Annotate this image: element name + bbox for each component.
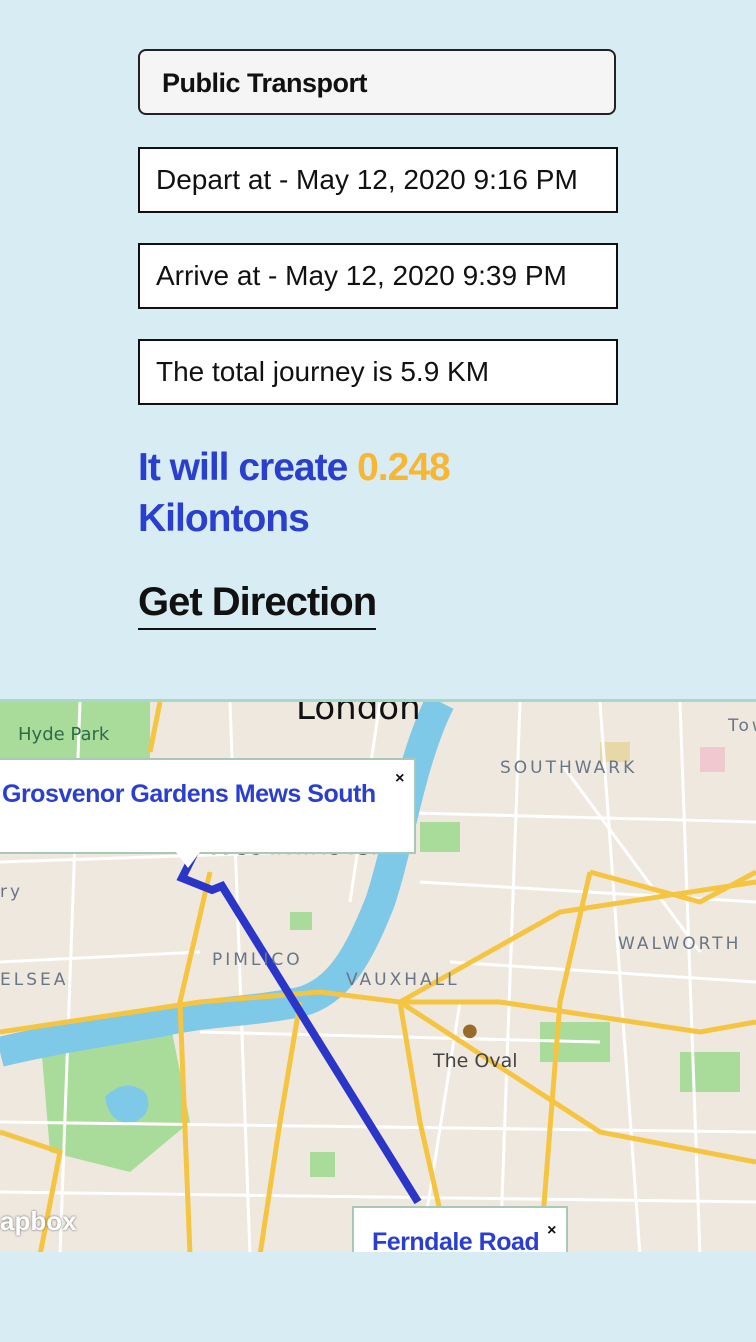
map-label-ry: ry bbox=[0, 882, 24, 902]
map-label-vauxhall: VAUXHALL bbox=[346, 970, 460, 990]
stadium-icon: ● bbox=[462, 1020, 478, 1041]
emission-unit: Kilontons bbox=[138, 497, 310, 540]
end-location-name: Ferndale Road bbox=[372, 1228, 540, 1252]
map-label-the-oval: The Oval bbox=[433, 1050, 518, 1072]
map-label-chelsea: ELSEA bbox=[0, 970, 69, 990]
route-map[interactable]: London Hyde Park SOUTHWARK Tow Westminst… bbox=[0, 699, 756, 1252]
get-direction-link[interactable]: Get Direction bbox=[138, 578, 377, 630]
end-location-popup: Ferndale Road × bbox=[352, 1206, 568, 1252]
park-patch bbox=[310, 1152, 335, 1177]
close-start-popup-icon[interactable]: × bbox=[395, 770, 404, 788]
start-location-name: Grosvenor Gardens Mews South bbox=[2, 780, 376, 808]
popup-tip bbox=[176, 852, 200, 868]
emission-amount: 0.248 bbox=[357, 446, 451, 489]
park-patch bbox=[290, 912, 312, 930]
map-label-tower: Tow bbox=[728, 716, 756, 736]
park-patch bbox=[420, 822, 460, 852]
depart-time-box: Depart at - May 12, 2020 9:16 PM bbox=[138, 147, 618, 213]
mapbox-attribution-logo[interactable]: apbox bbox=[0, 1206, 77, 1237]
map-label-hyde-park: Hyde Park bbox=[18, 724, 110, 745]
journey-distance-box: The total journey is 5.9 KM bbox=[138, 339, 618, 405]
park-patch bbox=[680, 1052, 740, 1092]
start-location-popup: Grosvenor Gardens Mews South × bbox=[0, 758, 416, 868]
map-label-pimlico: PIMLICO bbox=[212, 950, 303, 970]
close-end-popup-icon[interactable]: × bbox=[547, 1222, 556, 1240]
map-label-southwark: SOUTHWARK bbox=[500, 758, 638, 778]
map-label-london: London bbox=[296, 699, 421, 728]
map-label-walworth: WALWORTH bbox=[618, 934, 742, 954]
emission-summary: It will create 0.248 Kilontons bbox=[138, 442, 658, 544]
emission-prefix: It will create bbox=[138, 446, 358, 489]
transport-mode-select[interactable]: Public Transport bbox=[138, 49, 616, 115]
arrive-time-box: Arrive at - May 12, 2020 9:39 PM bbox=[138, 243, 618, 309]
land-patch bbox=[700, 747, 725, 772]
